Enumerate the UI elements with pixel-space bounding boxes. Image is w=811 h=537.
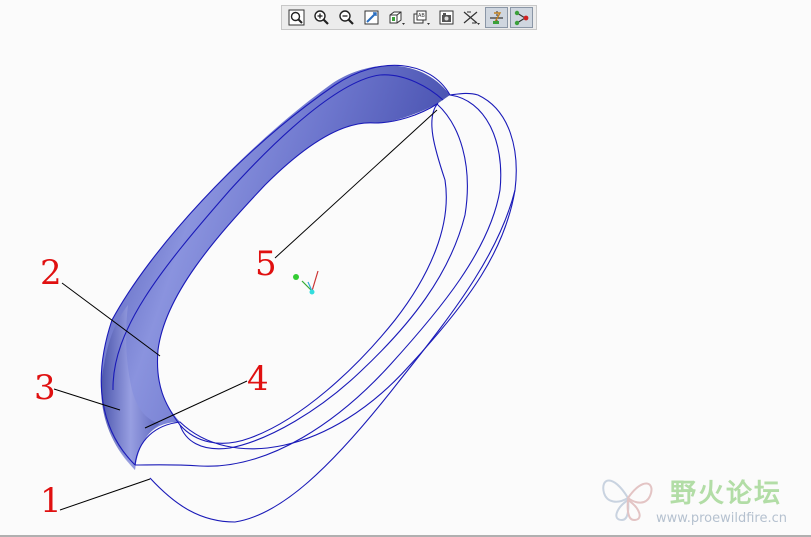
watermark-url: www.proewildfire.cn (656, 511, 787, 526)
mid-inner-edge[interactable] (179, 102, 447, 444)
graphics-window[interactable]: AB 1 2 3 4 5 野火论坛 www.proewildfire.cn (0, 0, 811, 537)
watermark-title: 野火论坛 (670, 479, 783, 509)
butterfly-logo-icon (602, 479, 653, 522)
band-top-edge[interactable] (112, 74, 444, 391)
inner-edge[interactable] (156, 103, 468, 450)
callout-5: 5 (255, 244, 277, 284)
leader-1 (59, 478, 151, 511)
callout-2: 2 (40, 253, 62, 293)
model-view[interactable] (0, 0, 811, 537)
callout-3: 3 (34, 368, 56, 408)
watermark: 野火论坛 www.proewildfire.cn (598, 468, 808, 530)
callout-4: 4 (247, 359, 269, 399)
csys-triad-icon (293, 270, 319, 295)
callout-1: 1 (40, 481, 62, 521)
